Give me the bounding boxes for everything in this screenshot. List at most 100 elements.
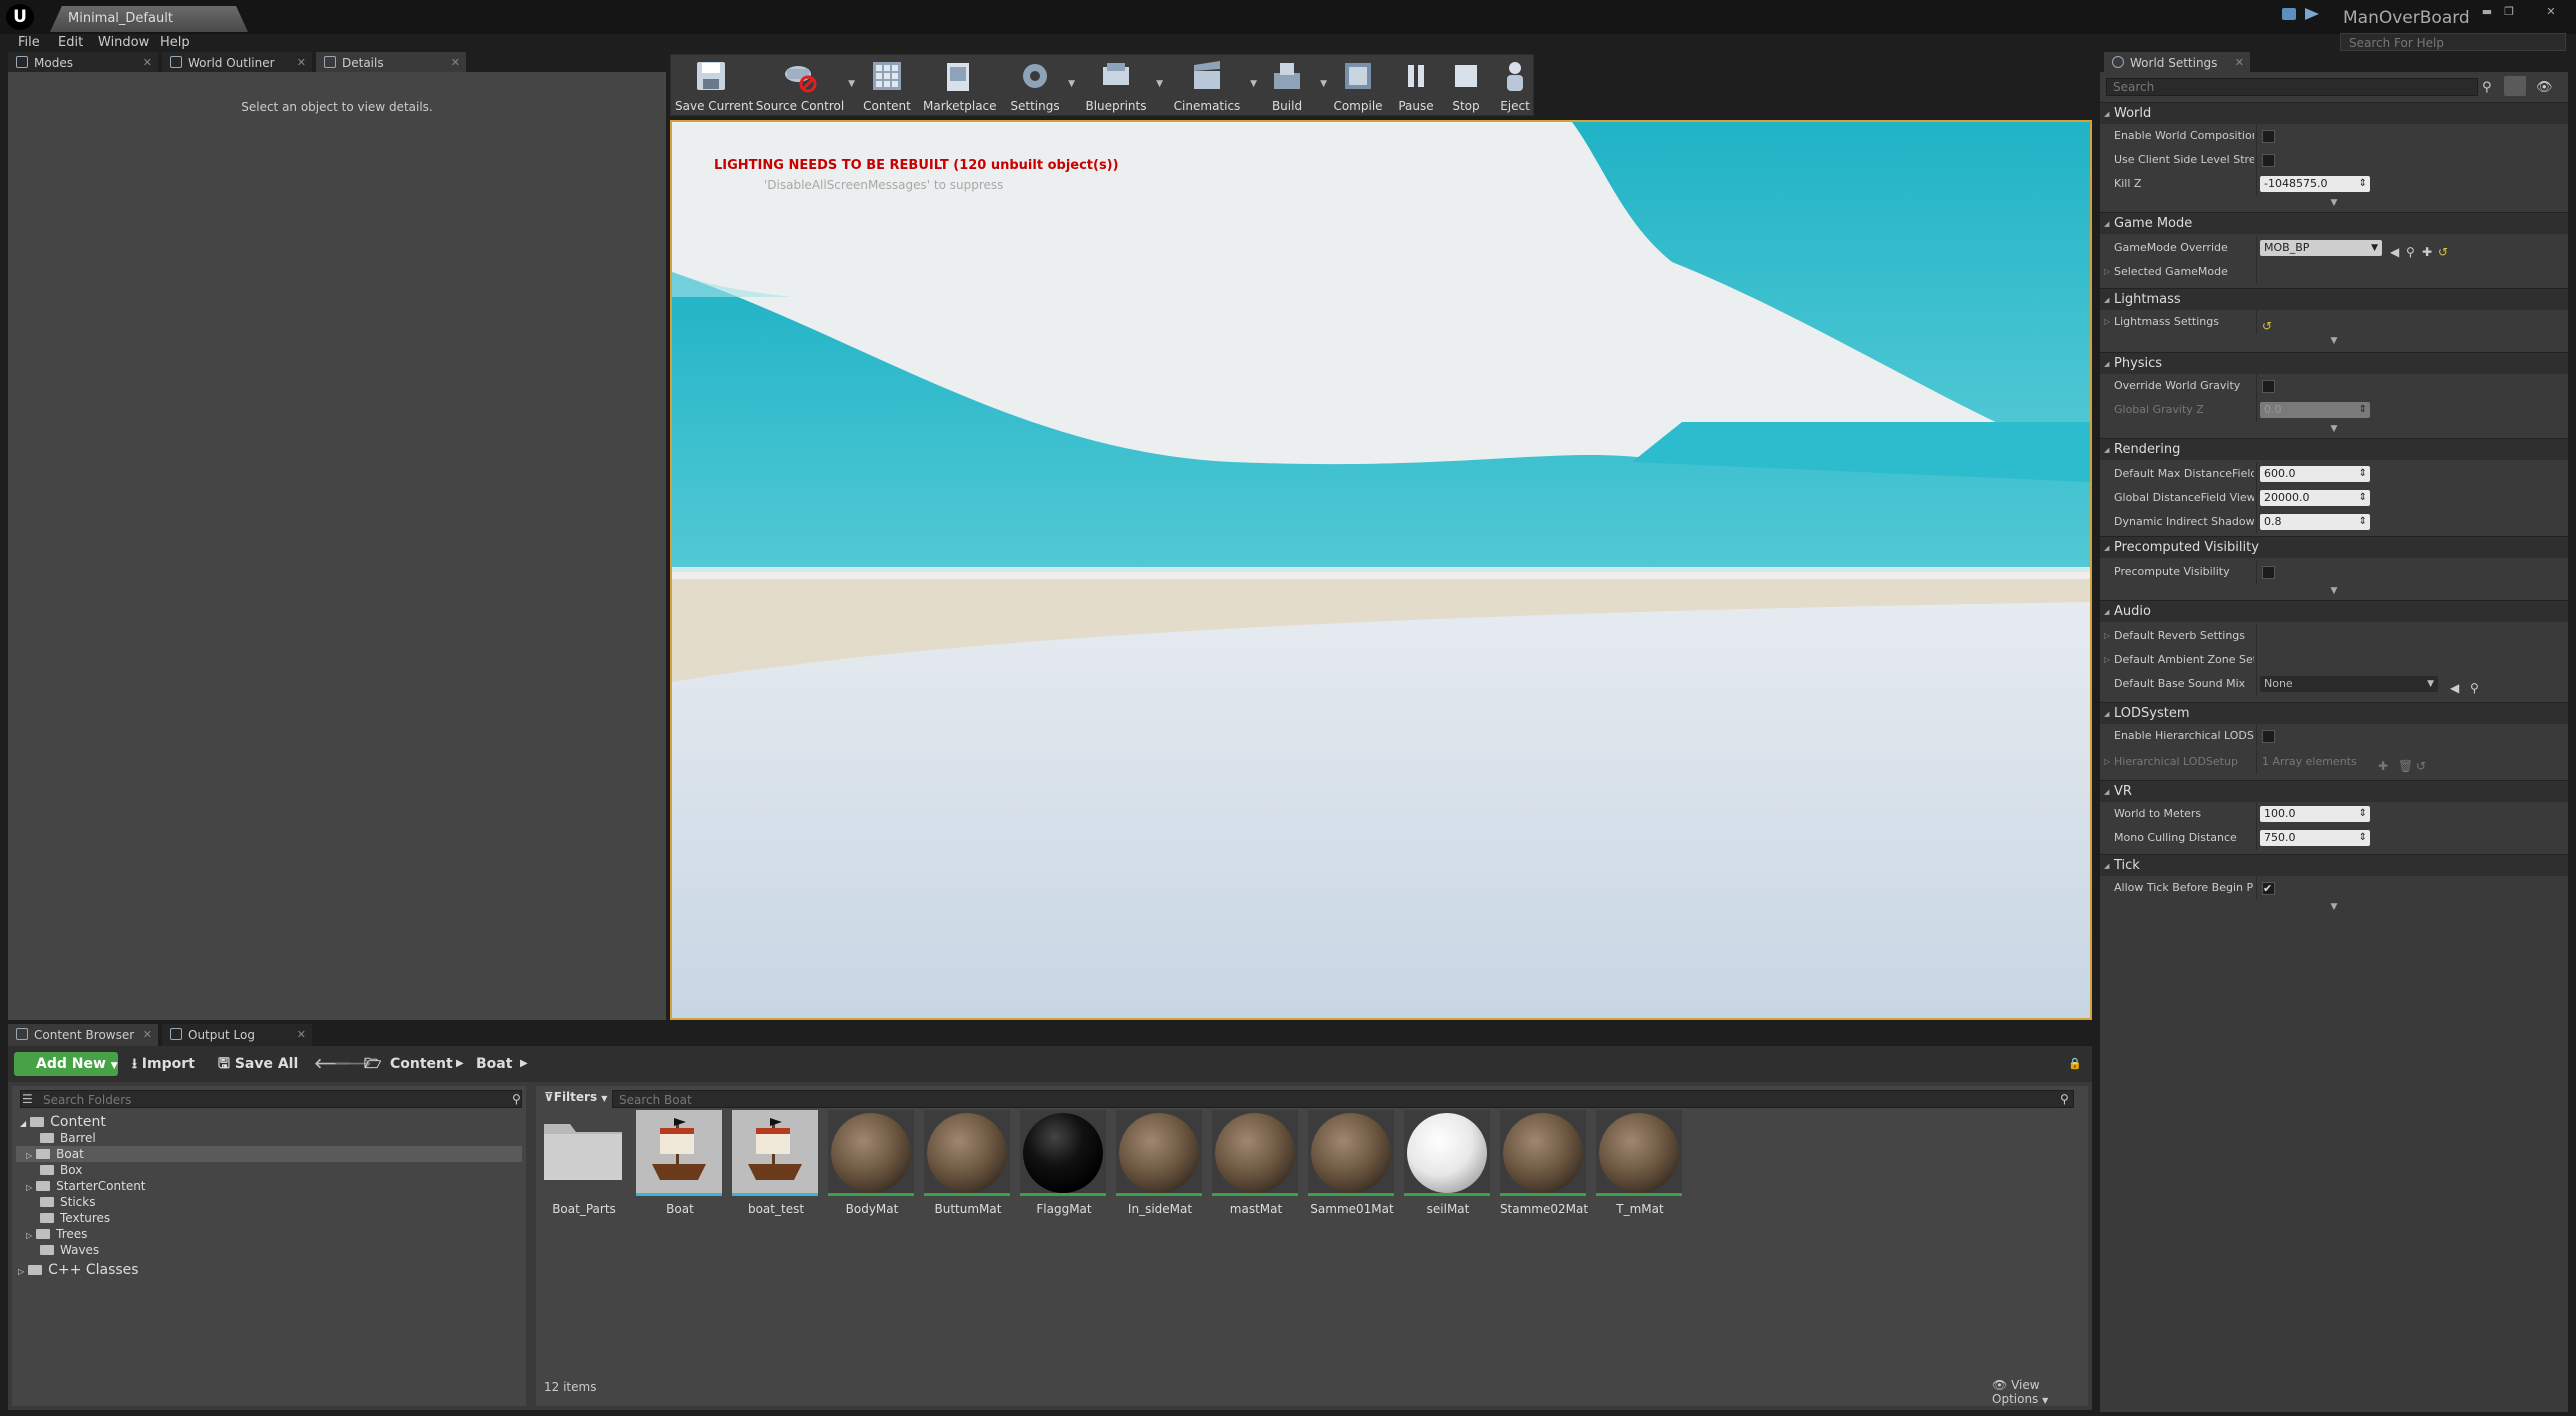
tree-item-waves[interactable]: Waves <box>40 1242 99 1258</box>
tree-item-trees[interactable]: ▷ Trees <box>26 1226 87 1242</box>
checkbox[interactable] <box>2262 130 2275 143</box>
maximize-button[interactable]: ❐ <box>2500 5 2518 19</box>
asset-tile-boat-parts[interactable] <box>540 1110 626 1196</box>
world-to-meters-field[interactable]: 100.0 ⇕ <box>2260 806 2370 822</box>
tree-item-cpp-classes[interactable]: ▷ C++ Classes <box>18 1262 139 1278</box>
source-control-button[interactable]: Source Control ▼ <box>755 57 855 115</box>
cinematics-button[interactable]: Cinematics ▼ <box>1167 57 1257 115</box>
row-selected-gamemode[interactable]: ▷ Selected GameMode <box>2100 260 2568 284</box>
compile-button[interactable]: Compile <box>1331 57 1385 115</box>
menu-help[interactable]: Help <box>160 35 190 50</box>
help-search-input[interactable]: Search For Help <box>2340 33 2566 51</box>
breadcrumb-boat[interactable]: Boat <box>476 1052 512 1076</box>
search-icon[interactable]: ⚲ <box>2060 1092 2069 1106</box>
section-lightmass[interactable]: Lightmass <box>2100 288 2568 311</box>
chevron-down-icon[interactable]: ▼ <box>1068 79 1075 89</box>
stop-button[interactable]: Stop <box>1443 57 1489 115</box>
expand-advanced-icon[interactable]: ▼ <box>2100 424 2568 436</box>
tree-item-textures[interactable]: Textures <box>40 1210 110 1226</box>
tab-world-settings[interactable]: World Settings ✕ <box>2104 52 2250 74</box>
expand-advanced-icon[interactable]: ▼ <box>2100 336 2568 348</box>
section-lod-system[interactable]: LODSystem <box>2100 702 2568 725</box>
dynamic-indirect-field[interactable]: 0.8 ⇕ <box>2260 514 2370 530</box>
checkbox[interactable] <box>2262 877 2275 901</box>
mono-culling-field[interactable]: 750.0 ⇕ <box>2260 830 2370 846</box>
level-document-tab[interactable]: Minimal_Default <box>50 6 248 32</box>
close-icon[interactable]: ✕ <box>143 1024 152 1046</box>
section-game-mode[interactable]: Game Mode <box>2100 212 2568 235</box>
tab-output-log[interactable]: Output Log ✕ <box>162 1024 312 1046</box>
checkbox[interactable] <box>2262 566 2275 579</box>
expand-advanced-icon[interactable]: ▼ <box>2100 902 2568 914</box>
checkbox[interactable] <box>2262 380 2275 393</box>
asset-tile-boat[interactable] <box>636 1110 722 1196</box>
breadcrumb-separator-icon[interactable]: ▶ <box>520 1052 528 1076</box>
tree-item-content[interactable]: ◢ Content <box>20 1114 106 1130</box>
reset-icon[interactable]: ↺ <box>2262 314 2272 338</box>
asset-tile-in-sidemat[interactable] <box>1116 1110 1202 1196</box>
add-new-button[interactable]: Add New ▼ <box>14 1052 118 1076</box>
sources-toggle-icon[interactable]: ☰ <box>22 1092 33 1106</box>
tree-item-barrel[interactable]: Barrel <box>40 1130 96 1146</box>
folder-search-input[interactable]: Search Folders <box>20 1090 522 1108</box>
tab-details[interactable]: Details ✕ <box>316 52 466 74</box>
search-icon[interactable]: ⚲ <box>512 1092 521 1106</box>
tab-modes[interactable]: Modes ✕ <box>8 52 158 74</box>
kill-z-field[interactable]: -1048575.0 ⇕ <box>2260 176 2370 192</box>
asset-search-input[interactable]: Search Boat <box>612 1090 2074 1108</box>
chevron-down-icon[interactable]: ▼ <box>848 79 855 89</box>
blueprints-button[interactable]: Blueprints ▼ <box>1079 57 1163 115</box>
tab-content-browser[interactable]: Content Browser ✕ <box>8 1024 158 1046</box>
menu-file[interactable]: File <box>18 35 40 50</box>
row-default-ambient[interactable]: ▷ Default Ambient Zone Settir <box>2100 648 2568 672</box>
row-lightmass-settings[interactable]: ▷ Lightmass Settings ↺ <box>2100 310 2568 334</box>
level-viewport[interactable]: LIGHTING NEEDS TO BE REBUILT (120 unbuil… <box>670 120 2092 1020</box>
tree-item-sticks[interactable]: Sticks <box>40 1194 95 1210</box>
close-icon[interactable]: ✕ <box>2235 52 2244 74</box>
checkbox[interactable] <box>2262 730 2275 743</box>
search-icon[interactable]: ⚲ <box>2470 676 2479 700</box>
expand-advanced-icon[interactable]: ▼ <box>2100 198 2568 210</box>
asset-tile-boat-test[interactable] <box>732 1110 818 1196</box>
pause-button[interactable]: Pause <box>1393 57 1439 115</box>
asset-tile-flaggmat[interactable] <box>1020 1110 1106 1196</box>
menu-window[interactable]: Window <box>98 35 149 50</box>
row-default-reverb[interactable]: ▷ Default Reverb Settings <box>2100 624 2568 648</box>
tab-world-outliner[interactable]: World Outliner ✕ <box>162 52 312 74</box>
search-icon[interactable]: ⚲ <box>2482 80 2492 95</box>
source-control-status-icon[interactable] <box>2305 8 2319 20</box>
section-audio[interactable]: Audio <box>2100 600 2568 623</box>
asset-tile-bodymat[interactable] <box>828 1110 914 1196</box>
eject-button[interactable]: Eject <box>1493 57 1537 115</box>
chevron-down-icon[interactable]: ▼ <box>1250 79 1257 89</box>
gamemode-override-select[interactable]: MOB_BP ▼ <box>2260 240 2382 256</box>
settings-button[interactable]: Settings ▼ <box>1005 57 1075 115</box>
expand-advanced-icon[interactable]: ▼ <box>2100 586 2568 598</box>
tree-item-box[interactable]: Box <box>40 1162 82 1178</box>
tree-item-boat[interactable]: ▷ Boat <box>16 1146 522 1162</box>
save-current-button[interactable]: Save Current <box>675 57 753 115</box>
asset-tile-buttummat[interactable] <box>924 1110 1010 1196</box>
save-all-button[interactable]: 🖫 Save All <box>218 1052 298 1076</box>
sound-mix-select[interactable]: None ▼ <box>2260 676 2438 692</box>
close-icon[interactable]: ✕ <box>297 1024 306 1046</box>
section-vr[interactable]: VR <box>2100 780 2568 803</box>
section-world[interactable]: World <box>2100 102 2568 125</box>
arrow-left-icon[interactable]: ◀ <box>2450 676 2459 700</box>
close-icon[interactable]: ✕ <box>143 52 152 74</box>
close-button[interactable]: ✕ <box>2542 5 2560 19</box>
section-physics[interactable]: Physics <box>2100 352 2568 375</box>
marketplace-button[interactable]: Marketplace <box>923 57 997 115</box>
close-icon[interactable]: ✕ <box>451 52 460 74</box>
eye-icon[interactable]: 👁 <box>2536 80 2553 95</box>
section-tick[interactable]: Tick <box>2100 854 2568 877</box>
section-rendering[interactable]: Rendering <box>2100 438 2568 461</box>
default-max-df-field[interactable]: 600.0 ⇕ <box>2260 466 2370 482</box>
checkbox[interactable] <box>2262 154 2275 167</box>
menu-edit[interactable]: Edit <box>58 35 83 50</box>
view-options-button[interactable]: 👁 View Options ▼ <box>1992 1378 2088 1406</box>
asset-tile-seilmat[interactable] <box>1404 1110 1490 1196</box>
row-hierarchical-setup[interactable]: ▷ Hierarchical LODSetup 1 Array elements … <box>2100 750 2568 774</box>
content-button[interactable]: Content <box>859 57 915 115</box>
view-toggle-icon[interactable] <box>2504 76 2526 96</box>
